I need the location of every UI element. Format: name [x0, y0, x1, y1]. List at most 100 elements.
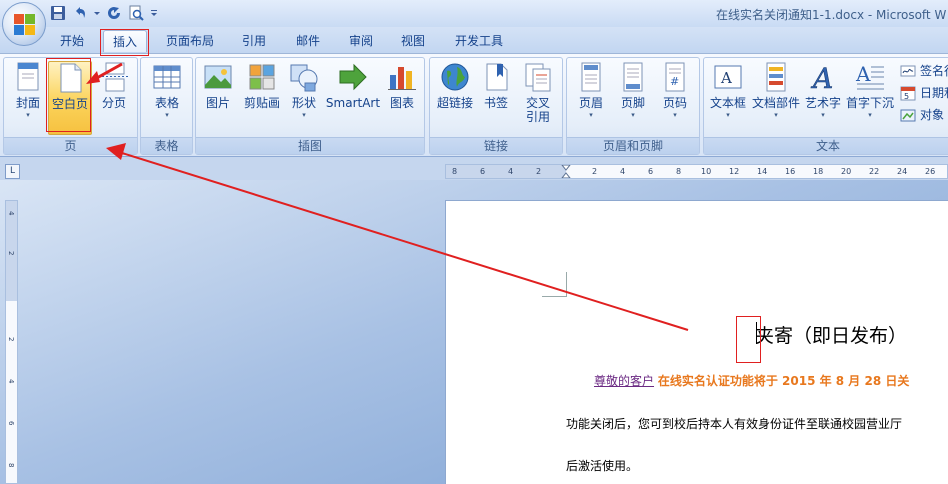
- svg-text:A: A: [810, 62, 833, 93]
- ruler-tick: 8: [452, 167, 458, 176]
- object-button[interactable]: 对象: [900, 106, 944, 124]
- dropdown-arrow-icon: ▾: [26, 111, 30, 119]
- dropdown-arrow-icon: ▾: [774, 111, 778, 119]
- tab-developer[interactable]: 开发工具: [446, 30, 512, 52]
- group-label-illustrations: 插图: [196, 137, 424, 154]
- annotation-box-blank-page: [46, 58, 91, 132]
- tab-references[interactable]: 引用: [234, 30, 274, 52]
- ruler-margin-region: [446, 165, 566, 178]
- tab-page-layout[interactable]: 页面布局: [158, 30, 222, 52]
- smartart-button[interactable]: SmartArt: [324, 61, 382, 110]
- ruler-tick: 24: [897, 167, 908, 176]
- bookmark-icon: [480, 61, 512, 93]
- title-bar: 在线实名关闭通知1-1.docx - Microsoft W: [0, 0, 948, 27]
- ruler-tick: 26: [925, 167, 936, 176]
- cross-reference-icon: [522, 61, 554, 93]
- dropdown-arrow-icon: ▾: [302, 111, 306, 119]
- picture-icon: [202, 61, 234, 93]
- clip-art-button[interactable]: 剪贴画: [239, 61, 285, 110]
- document-heading[interactable]: 夹寄（即日发布）: [755, 321, 907, 348]
- object-icon: [900, 107, 916, 123]
- tab-home[interactable]: 开始: [52, 30, 92, 52]
- text-box-icon: A: [712, 61, 744, 93]
- document-paragraph[interactable]: 功能关闭后，您可到校后持本人有效身份证件至联通校园营业厅: [566, 415, 902, 432]
- quick-parts-button[interactable]: 文档部件 ▾: [750, 61, 802, 120]
- ruler-tick: 18: [813, 167, 824, 176]
- hyperlink-globe-icon: [439, 61, 471, 93]
- svg-text:A: A: [720, 69, 732, 87]
- hyperlink-button[interactable]: 超链接: [434, 61, 476, 110]
- annotation-box-cursor: [736, 316, 761, 363]
- window-title: 在线实名关闭通知1-1.docx - Microsoft W: [716, 8, 947, 22]
- save-icon[interactable]: [50, 5, 66, 21]
- cover-page-button[interactable]: 封面 ▾: [7, 61, 49, 120]
- date-time-button[interactable]: 5 日期和: [900, 84, 948, 102]
- picture-button[interactable]: 图片: [200, 61, 236, 110]
- tab-review[interactable]: 审阅: [341, 30, 381, 52]
- redo-icon[interactable]: [106, 5, 122, 21]
- greeting-text: 尊敬的客户: [594, 374, 655, 388]
- dropdown-arrow-icon: ▾: [868, 111, 872, 119]
- horizontal-ruler[interactable]: 8 6 4 2 2 4 6 8 10 12 14 16 18 20 22 24 …: [445, 164, 948, 179]
- vertical-ruler[interactable]: 4 2 2 4 6 8: [5, 200, 18, 484]
- ruler-tick: 20: [841, 167, 852, 176]
- indent-marker-icon[interactable]: [560, 164, 572, 181]
- header-button[interactable]: 页眉 ▾: [571, 61, 611, 120]
- undo-icon[interactable]: [72, 5, 88, 21]
- ruler-tick: 8: [676, 167, 682, 176]
- tab-selector[interactable]: L: [5, 164, 20, 179]
- group-label-tables: 表格: [141, 137, 192, 154]
- drop-cap-button[interactable]: A 首字下沉 ▾: [844, 61, 896, 120]
- ribbon: 封面 ▾ 空白页 分页 页 表格 ▾ 表格 图片 剪贴画 形状 ▾ SmartA…: [0, 53, 948, 157]
- shapes-button[interactable]: 形状 ▾: [286, 61, 322, 120]
- ruler-tick: 16: [785, 167, 796, 176]
- print-preview-icon[interactable]: [128, 5, 144, 21]
- crop-mark: [566, 272, 567, 297]
- quick-parts-icon: [760, 61, 792, 93]
- ruler-tick: 6: [480, 167, 486, 176]
- cross-reference-button[interactable]: 交叉 引用: [516, 61, 560, 124]
- ruler-tick: 2: [536, 167, 542, 176]
- signature-line-icon: [900, 63, 916, 79]
- bookmark-button[interactable]: 书签: [478, 61, 514, 110]
- text-box-button[interactable]: A 文本框 ▾: [707, 61, 749, 120]
- ruler-tick: 22: [869, 167, 880, 176]
- page-number-button[interactable]: # 页码 ▾: [655, 61, 695, 120]
- svg-text:5: 5: [904, 92, 909, 101]
- wordart-button[interactable]: A 艺术字 ▾: [803, 61, 843, 120]
- footer-button[interactable]: 页脚 ▾: [613, 61, 653, 120]
- dropdown-arrow-icon[interactable]: [94, 5, 100, 21]
- tab-view[interactable]: 视图: [393, 30, 433, 52]
- annotation-box-insert-tab: [100, 29, 149, 56]
- customize-toolbar-icon[interactable]: [150, 5, 158, 21]
- shapes-icon: [288, 61, 320, 93]
- signature-line-button[interactable]: 签名行: [900, 62, 948, 80]
- table-icon: [151, 61, 183, 93]
- drop-cap-icon: A: [854, 61, 886, 93]
- dropdown-arrow-icon: ▾: [631, 111, 635, 119]
- table-button[interactable]: 表格 ▾: [145, 61, 189, 120]
- page-break-button[interactable]: 分页: [94, 61, 134, 110]
- dropdown-arrow-icon: ▾: [726, 111, 730, 119]
- document-paragraph[interactable]: 尊敬的客户 在线实名认证功能将于 2015 年 8 月 28 日关: [594, 372, 909, 389]
- svg-text:#: #: [670, 75, 679, 88]
- notice-text: 在线实名认证功能将于 2015 年 8 月 28 日关: [657, 374, 910, 388]
- group-text: A 文本框 ▾ 文档部件 ▾ A 艺术字 ▾ A 首字下沉 ▾ 签名 5 日期 …: [703, 57, 948, 155]
- header-icon: [575, 61, 607, 93]
- ruler-tick: 2: [7, 251, 15, 256]
- ruler-tick: 4: [620, 167, 626, 176]
- group-label-links: 链接: [430, 137, 562, 154]
- cover-page-icon: [12, 61, 44, 93]
- office-button[interactable]: [2, 2, 46, 46]
- group-label-text: 文本: [704, 137, 948, 154]
- chart-button[interactable]: 图表: [384, 61, 420, 110]
- crop-mark: [542, 296, 567, 297]
- calendar-icon: 5: [900, 85, 916, 101]
- ruler-tick: 6: [7, 421, 15, 426]
- dropdown-arrow-icon: ▾: [821, 111, 825, 119]
- document-paragraph[interactable]: 后激活使用。: [566, 457, 638, 474]
- ruler-tick: 12: [729, 167, 740, 176]
- dropdown-arrow-icon: ▾: [165, 111, 169, 119]
- tab-mailings[interactable]: 邮件: [288, 30, 328, 52]
- ruler-tick: 10: [701, 167, 712, 176]
